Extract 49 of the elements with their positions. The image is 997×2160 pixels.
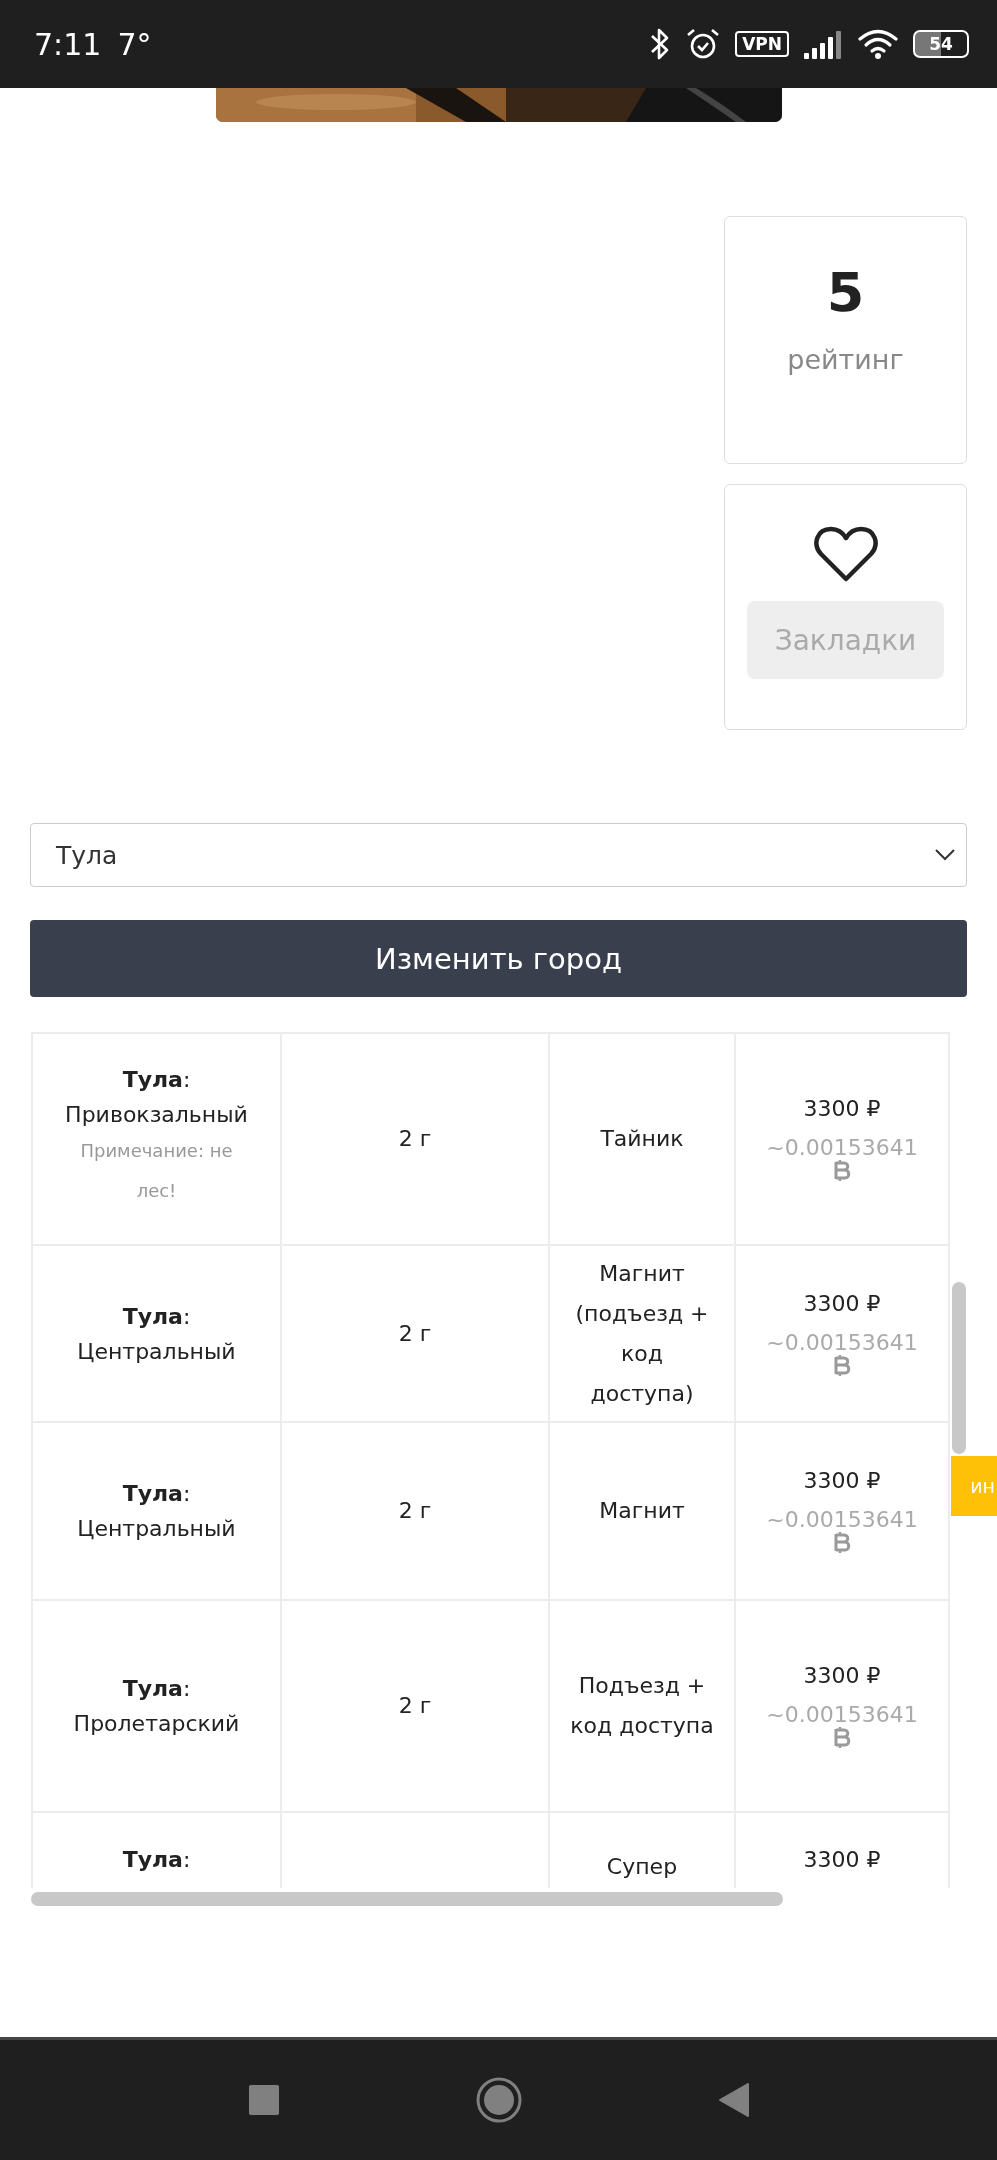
city-select[interactable]: Тула — [30, 823, 967, 887]
change-city-button[interactable]: Изменить город — [30, 920, 967, 997]
rating-value: 5 — [826, 261, 865, 324]
bitcoin-icon — [833, 1532, 851, 1554]
bitcoin-icon — [833, 1160, 851, 1182]
price-label: 3300 ₽ — [803, 1290, 881, 1316]
weight-cell-text: 2 г — [398, 1692, 432, 1720]
city-label: Тула: — [122, 1676, 191, 1701]
vertical-scrollbar[interactable] — [952, 1282, 966, 1454]
bitcoin-icon — [833, 1354, 851, 1377]
price-label: 3300 ₽ — [803, 1096, 881, 1121]
signal-icon — [803, 29, 843, 59]
btc-price: ~0.00153641 — [766, 1329, 918, 1355]
method-cell-text: Супер — [605, 1853, 679, 1881]
clock: 7:11 — [34, 26, 102, 62]
method-cell-text: Подъезд + код доступа — [569, 1672, 715, 1740]
home-icon[interactable] — [474, 2076, 523, 2124]
weight-cell-text: 2 г — [398, 1497, 432, 1525]
btc-price: ~0.00153641 — [766, 1135, 918, 1160]
method-cell-text: Магнит — [598, 1497, 686, 1525]
btc-price: ~0.00153641 — [766, 1702, 918, 1727]
weight-cell-text: 2 г — [398, 1125, 432, 1153]
city-label: Тула: — [122, 1303, 191, 1329]
heart-icon[interactable] — [813, 525, 878, 583]
bitcoin-icon — [833, 1727, 851, 1749]
chevron-down-icon — [934, 848, 956, 862]
price-label: 3300 ₽ — [803, 1663, 881, 1688]
price-label: 3300 ₽ — [803, 1468, 881, 1493]
city-label: Тула: — [122, 1481, 191, 1506]
district-label: Пролетарский — [73, 1711, 240, 1736]
temperature: 7° — [117, 26, 152, 62]
city-label: Тула: — [122, 1847, 191, 1872]
wifi-icon — [857, 28, 899, 60]
method-cell-text: Магнит (подъезд + код доступа) — [574, 1259, 710, 1408]
recents-icon[interactable] — [247, 2084, 280, 2116]
note-text: Примечание: не лес! — [79, 1139, 234, 1203]
weight-cell-text: 2 г — [398, 1319, 432, 1348]
method-cell-text: Тайник — [599, 1125, 685, 1153]
district-label: Привокзальный — [65, 1102, 248, 1127]
district-label: Центральный — [77, 1516, 236, 1541]
back-icon[interactable] — [717, 2082, 750, 2118]
rating-label: рейтинг — [787, 344, 904, 375]
btc-price: ~0.00153641 — [766, 1507, 918, 1532]
horizontal-scrollbar[interactable] — [31, 1892, 783, 1906]
district-label: Центральный — [77, 1338, 236, 1364]
battery-icon: 54 — [913, 30, 969, 58]
city-label: Тула: — [122, 1067, 191, 1092]
price-label: 3300 ₽ — [803, 1847, 881, 1872]
vpn-badge: VPN — [735, 31, 789, 57]
